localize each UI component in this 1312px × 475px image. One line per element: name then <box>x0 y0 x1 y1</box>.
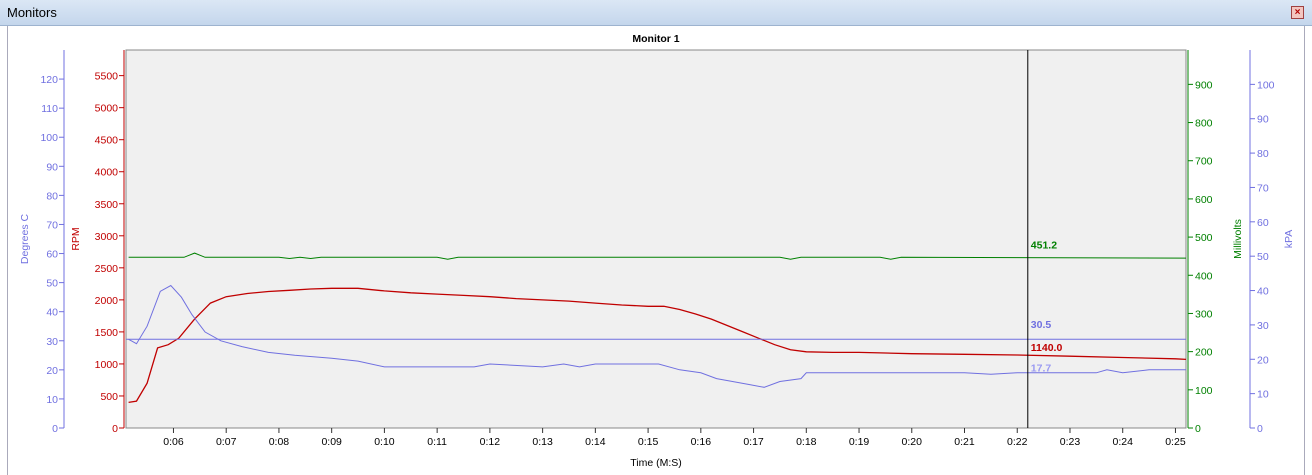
axis-rpm-label: RPM <box>70 227 82 250</box>
axis-rpm-tick-label: 4500 <box>95 135 119 147</box>
cursor-value-label: 30.5 <box>1031 319 1052 331</box>
x-tick-label: 0:14 <box>585 436 606 448</box>
axis-degrees-tick-label: 110 <box>41 103 58 115</box>
axis-degrees-tick-label: 90 <box>46 161 58 173</box>
axis-rpm-tick-label: 500 <box>100 391 118 403</box>
axis-millivolts-label: Millivolts <box>1232 219 1244 259</box>
axis-degrees-tick-label: 20 <box>46 365 58 377</box>
axis-kpa-tick-label: 50 <box>1257 251 1269 263</box>
axis-rpm-tick-label: 3500 <box>95 199 119 211</box>
x-tick-label: 0:16 <box>691 436 712 448</box>
x-tick-label: 0:25 <box>1165 436 1186 448</box>
x-tick-label: 0:17 <box>743 436 764 448</box>
axis-kpa-tick-label: 70 <box>1257 182 1269 194</box>
axis-rpm-tick-label: 5000 <box>95 103 119 115</box>
axis-kpa-label: kPA <box>1283 230 1295 248</box>
x-axis-label: Time (M:S) <box>630 457 682 469</box>
axis-millivolts-tick-label: 300 <box>1195 308 1213 320</box>
axis-degrees-tick-label: 40 <box>46 307 58 319</box>
x-tick-label: 0:21 <box>954 436 975 448</box>
axis-degrees-tick-label: 0 <box>52 423 58 435</box>
axis-kpa-tick-label: 80 <box>1257 148 1269 160</box>
x-tick-label: 0:11 <box>427 436 447 448</box>
x-tick-label: 0:24 <box>1112 436 1133 448</box>
x-tick-label: 0:23 <box>1060 436 1081 448</box>
axis-millivolts-tick-label: 800 <box>1195 118 1213 130</box>
axis-degrees-tick-label: 60 <box>46 249 58 261</box>
axis-kpa-tick-label: 100 <box>1257 79 1275 91</box>
axis-millivolts-tick-label: 900 <box>1195 79 1213 91</box>
axis-rpm-tick-label: 0 <box>112 423 118 435</box>
axis-millivolts-tick-label: 200 <box>1195 347 1213 359</box>
cursor-value-label: 17.7 <box>1031 363 1052 375</box>
axis-millivolts-tick-label: 600 <box>1195 194 1213 206</box>
x-tick-label: 0:07 <box>216 436 237 448</box>
monitor-chart: Monitor 10102030405060708090100110120Deg… <box>19 33 1295 469</box>
axis-kpa-tick-label: 30 <box>1257 320 1269 332</box>
x-tick-label: 0:19 <box>849 436 870 448</box>
axis-millivolts-tick-label: 0 <box>1195 423 1201 435</box>
x-tick-label: 0:06 <box>163 436 184 448</box>
axis-kpa-tick-label: 90 <box>1257 114 1269 126</box>
x-tick-label: 0:18 <box>796 436 817 448</box>
axis-rpm-tick-label: 5500 <box>95 71 119 83</box>
axis-degrees-tick-label: 120 <box>40 74 58 86</box>
axis-rpm-tick-label: 2500 <box>95 263 119 275</box>
x-tick-label: 0:22 <box>1007 436 1028 448</box>
axis-millivolts-tick-label: 400 <box>1195 270 1213 282</box>
axis-rpm-tick-label: 4000 <box>95 167 119 179</box>
axis-degrees-label: Degrees C <box>19 213 31 264</box>
axis-degrees-tick-label: 10 <box>46 394 58 406</box>
axis-rpm-tick-label: 2000 <box>95 295 119 307</box>
axis-kpa-tick-label: 20 <box>1257 354 1269 366</box>
axis-kpa-tick-label: 60 <box>1257 217 1269 229</box>
axis-rpm-tick-label: 1500 <box>95 327 119 339</box>
cursor-value-label: 451.2 <box>1031 239 1057 251</box>
plot-area <box>125 49 1187 429</box>
x-tick-label: 0:13 <box>532 436 553 448</box>
axis-kpa-tick-label: 40 <box>1257 286 1269 298</box>
axis-millivolts-tick-label: 700 <box>1195 156 1213 168</box>
axis-millivolts-tick-label: 500 <box>1195 232 1213 244</box>
axis-degrees-tick-label: 70 <box>46 219 58 231</box>
axis-rpm-tick-label: 1000 <box>95 359 119 371</box>
axis-millivolts-tick-label: 100 <box>1195 385 1213 397</box>
chart-title: Monitor 1 <box>632 33 679 45</box>
axis-degrees-tick-label: 80 <box>46 190 58 202</box>
axis-rpm-tick-label: 3000 <box>95 231 119 243</box>
axis-kpa-tick-label: 0 <box>1257 423 1263 435</box>
axis-degrees-tick-label: 50 <box>46 278 58 290</box>
cursor-value-label: 1140.0 <box>1031 342 1063 354</box>
axis-degrees-tick-label: 100 <box>40 132 58 144</box>
x-tick-label: 0:15 <box>638 436 659 448</box>
x-tick-label: 0:20 <box>902 436 923 448</box>
x-tick-label: 0:08 <box>269 436 290 448</box>
x-tick-label: 0:12 <box>480 436 501 448</box>
x-tick-label: 0:09 <box>321 436 342 448</box>
x-tick-label: 0:10 <box>374 436 395 448</box>
axis-degrees-tick-label: 30 <box>46 336 58 348</box>
axis-kpa-tick-label: 10 <box>1257 389 1269 401</box>
